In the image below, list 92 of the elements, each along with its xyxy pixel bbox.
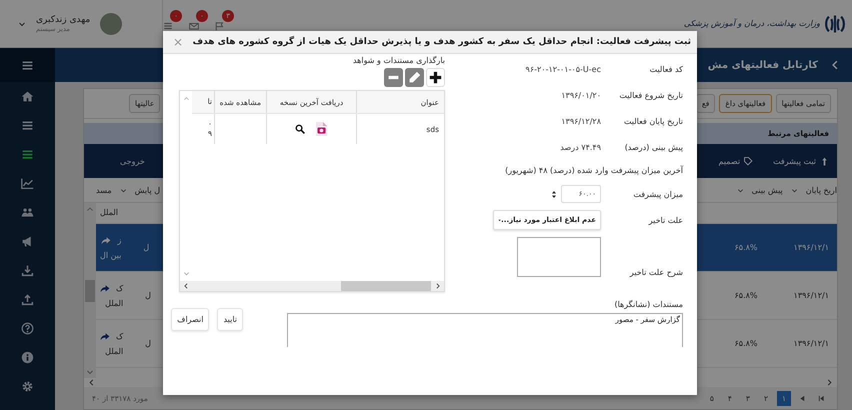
field-label: پیش بینی (درصد) <box>624 142 683 152</box>
edit-button[interactable] <box>405 68 424 87</box>
section-title: بارگذاری مستندات و شواهد <box>352 56 445 65</box>
table-cell: ۱۳۹۶/۱۲/۱ <box>794 339 829 348</box>
text-area[interactable] <box>517 237 601 277</box>
table-cell: الملل <box>105 298 124 308</box>
toolbar-button[interactable]: تصمیم <box>718 156 740 166</box>
chevron-down-icon[interactable] <box>790 186 798 194</box>
arrow-up-icon <box>820 156 829 166</box>
table-cell: ل <box>143 243 150 252</box>
search-icon[interactable] <box>294 124 304 134</box>
field-value: ۱۳۹۶/۰۱/۲۰ <box>561 90 601 100</box>
list-icon[interactable] <box>21 119 34 132</box>
info-icon[interactable] <box>21 351 34 364</box>
confirm-button[interactable]: تایید <box>217 308 243 331</box>
chevron-down-icon[interactable] <box>18 20 26 28</box>
table-cell: ز <box>117 236 122 245</box>
chevron-left-icon[interactable] <box>830 60 840 70</box>
users-icon[interactable] <box>21 206 34 219</box>
megaphone-icon[interactable] <box>21 235 34 248</box>
list-icon[interactable] <box>163 20 174 30</box>
flag-icon[interactable] <box>215 20 226 30</box>
forward-arrow-icon[interactable] <box>100 284 110 294</box>
field-value: ۷۴.۴۹ درصد <box>560 142 601 152</box>
table-cell: بین ال <box>100 250 122 260</box>
column-header[interactable]: اریخ پایان <box>806 186 837 194</box>
table-cell: ۶۵.۸% <box>734 339 758 348</box>
field-value: ۱۳۹۶/۱۲/۲۸ <box>561 116 601 126</box>
scrollbar-thumb[interactable] <box>85 280 95 302</box>
scrollbar[interactable] <box>84 203 96 378</box>
chevron-left-icon[interactable] <box>88 379 95 386</box>
field-label: شرح علت تاخیر <box>628 268 683 277</box>
tag-icon <box>744 156 754 166</box>
envelope-icon[interactable] <box>189 20 200 30</box>
avatar[interactable] <box>100 12 122 34</box>
table-cell: ک <box>116 284 124 293</box>
table-cell: ک <box>116 332 124 341</box>
remove-button[interactable] <box>384 68 403 87</box>
settings-icon[interactable] <box>21 380 34 393</box>
cancel-button[interactable]: انصراف <box>171 308 210 331</box>
upload-icon[interactable] <box>21 293 34 306</box>
help-icon[interactable] <box>21 322 34 335</box>
user-name[interactable]: مهدی زندکبری <box>36 14 90 24</box>
field-label: مستندات (نشانگرها) <box>613 300 683 309</box>
table-cell: الملل <box>100 208 118 217</box>
field-label: میزان پیشرفت <box>632 190 683 198</box>
field-label: کد فعالیت <box>648 64 683 74</box>
chevron-left-icon[interactable] <box>183 283 189 289</box>
table-cell: ل <box>145 339 151 348</box>
chevron-right-icon[interactable] <box>435 283 441 289</box>
pencil-icon <box>408 71 421 84</box>
chevron-down-icon[interactable] <box>182 270 190 277</box>
field-label: تاریخ شروع فعالیت <box>618 90 683 100</box>
field-label: علت تاخیر <box>647 216 683 224</box>
column-header[interactable]: پیش بینی <box>752 186 783 194</box>
toolbar-button[interactable]: ثبت پیشرفت <box>773 156 816 166</box>
scrollbar-thumb[interactable] <box>341 281 431 291</box>
list-icon[interactable] <box>21 148 34 161</box>
column-header[interactable]: ل پایش <box>134 186 160 194</box>
plus-icon <box>429 71 442 84</box>
home-icon[interactable] <box>21 90 34 103</box>
emblem-icon <box>824 12 846 34</box>
menu-icon[interactable] <box>21 58 34 72</box>
logo-text: وزارت بهداشت، درمان و آموزش پزشکی <box>684 19 820 28</box>
chevron-down-icon[interactable] <box>120 186 127 194</box>
table-cell: ۶۵.۸% <box>734 243 758 252</box>
forward-arrow-icon[interactable] <box>101 236 112 246</box>
chevron-right-icon[interactable] <box>826 379 833 386</box>
line-chart-icon[interactable] <box>21 177 34 190</box>
spinner-arrows-icon[interactable] <box>550 190 558 198</box>
page-title: کارتابل فعالیتهای مش <box>708 60 818 70</box>
column-header[interactable]: مسد <box>96 186 112 194</box>
table-cell: ۱۳۹۶/۱۲/۱ <box>794 243 829 252</box>
table-cell: ۱۳۹۶/۱۲/۱ <box>794 291 829 300</box>
last-page-icon[interactable] <box>818 394 825 402</box>
field-value: ۹۶-۲۰-۱۲-۰۱-۰۵-U-ec <box>526 64 601 74</box>
next-page-icon[interactable] <box>799 394 806 402</box>
table-cell: ل <box>145 291 151 300</box>
download-icon[interactable] <box>21 264 34 277</box>
table-cell: الملل <box>105 346 124 356</box>
chevron-up-icon[interactable] <box>86 205 94 213</box>
add-button[interactable] <box>426 68 445 87</box>
table-cell: ۶۵.۸% <box>734 291 758 300</box>
field-label: تاریخ پایان فعالیت <box>622 116 683 126</box>
chevron-up-icon[interactable] <box>182 95 190 102</box>
last-progress-note: آخرین میزان پیشرفت وارد شده (درصد) ۴۸ (شهریور) <box>504 164 683 177</box>
export-button[interactable]: خروجی <box>120 156 145 166</box>
forward-arrow-icon[interactable] <box>100 332 110 342</box>
chevron-down-icon[interactable] <box>736 186 744 194</box>
dialog-title: ثبت پیشرفت فعالیت: انجام حداقل یک سفر به کشور هدف و یا پذیرش حداقل یک هیات از گروه کشوره های هدف <box>192 37 691 47</box>
chevron-down-icon[interactable] <box>86 368 94 376</box>
scrollbar[interactable] <box>180 281 444 291</box>
